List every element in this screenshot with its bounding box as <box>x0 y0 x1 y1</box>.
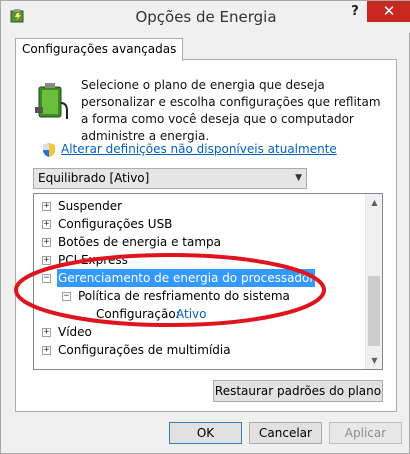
title-bar: Opções de Energia ? ✕ <box>1 1 410 33</box>
tree-item-label: Configurações de multimídia <box>58 343 231 357</box>
ok-button[interactable]: OK <box>169 422 242 444</box>
cancel-button[interactable]: Cancelar <box>249 422 322 444</box>
settings-tree: + Suspender + Configurações USB + Botões… <box>33 193 383 370</box>
tree-item-label: Botões de energia e tampa <box>58 235 222 249</box>
change-unavailable-settings-link[interactable]: Alterar definições não disponíveis atual… <box>61 142 337 156</box>
tree-item-label: Suspender <box>58 199 123 213</box>
power-options-window: Opções de Energia ? ✕ Configurações avan… <box>0 0 410 454</box>
power-plan-select[interactable]: Equilibrado [Ativo] ▼ <box>33 168 307 189</box>
battery-icon <box>35 83 68 119</box>
power-plan-select-value: Equilibrado [Ativo] <box>38 171 150 185</box>
expand-icon[interactable]: + <box>42 256 51 265</box>
expand-icon[interactable]: + <box>42 328 51 337</box>
plan-description: Selecione o plano de energia que deseja … <box>81 78 381 143</box>
scroll-down-arrow-icon[interactable]: ▼ <box>366 352 383 369</box>
configuration-value[interactable]: Ativo <box>176 305 206 323</box>
expand-icon[interactable]: + <box>42 238 51 247</box>
collapse-icon[interactable]: − <box>42 274 51 283</box>
configuration-label: Configuração: <box>96 307 180 321</box>
tree-item-label: PCI Express <box>58 253 128 267</box>
scroll-up-arrow-icon[interactable]: ▲ <box>366 194 383 211</box>
scrollbar-thumb[interactable] <box>368 276 380 346</box>
tree-item-label: Vídeo <box>58 325 92 339</box>
chevron-down-icon: ▼ <box>295 173 302 183</box>
tab-advanced-settings[interactable]: Configurações avançadas <box>15 38 184 61</box>
collapse-icon[interactable]: − <box>62 292 71 301</box>
tree-item-label: Gerenciamento de energia do processador <box>57 269 316 287</box>
expand-icon[interactable]: + <box>42 346 51 355</box>
tree-scrollbar[interactable]: ▲ ▼ <box>365 194 382 369</box>
close-button[interactable]: ✕ <box>367 1 410 22</box>
apply-button[interactable]: Aplicar <box>329 422 402 444</box>
expand-icon[interactable]: + <box>42 220 51 229</box>
expand-icon[interactable]: + <box>42 202 51 211</box>
tree-item-label: Política de resfriamento do sistema <box>78 289 290 303</box>
uac-shield-icon <box>43 143 55 157</box>
restore-defaults-button[interactable]: Restaurar padrões do plano <box>213 380 383 402</box>
tree-item-label: Configurações USB <box>58 217 173 231</box>
help-button[interactable]: ? <box>341 1 369 23</box>
